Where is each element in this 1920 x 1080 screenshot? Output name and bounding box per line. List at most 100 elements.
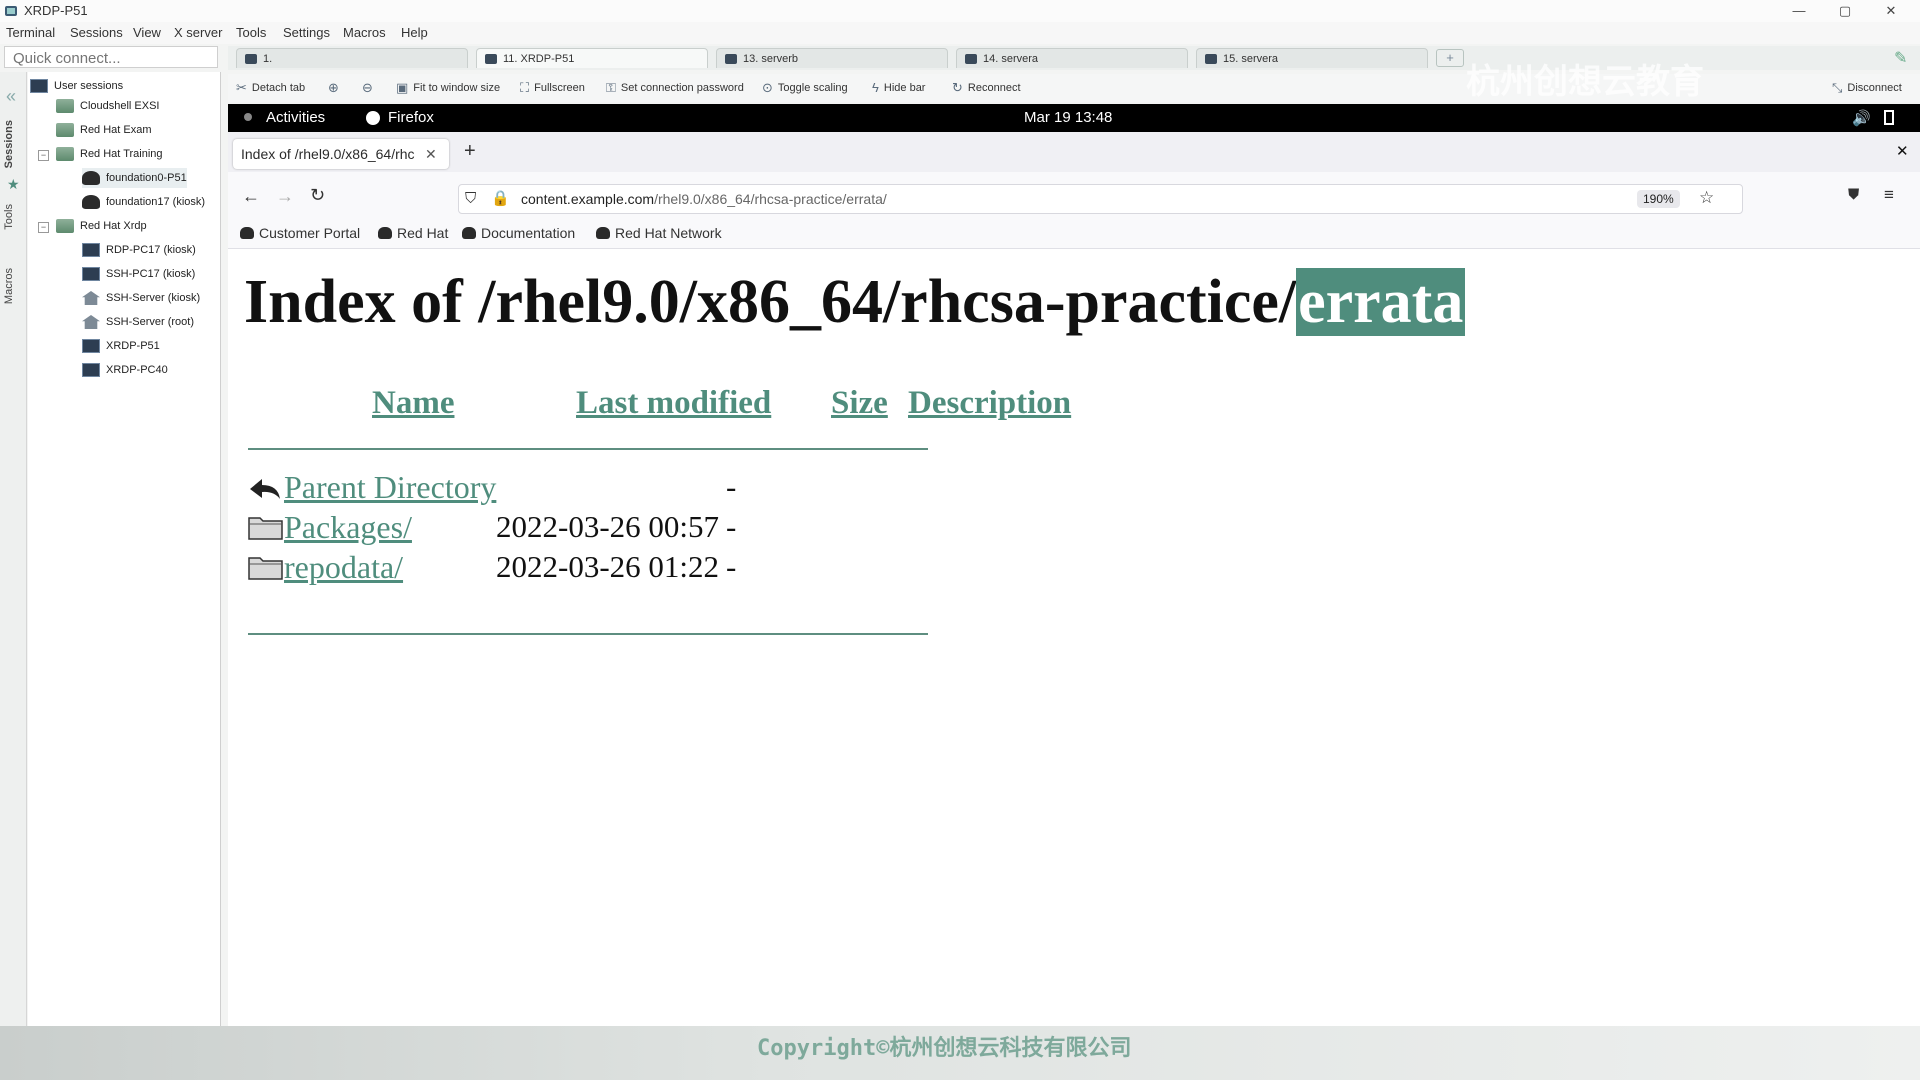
battery-icon[interactable] bbox=[1884, 110, 1894, 125]
column-header-size[interactable]: Size bbox=[831, 385, 888, 422]
session-tab-14[interactable]: 14. servera bbox=[956, 48, 1188, 68]
back-icon[interactable]: ← bbox=[242, 186, 260, 207]
tree-item[interactable]: foundation17 (kiosk) bbox=[82, 192, 205, 212]
clock[interactable]: Mar 19 13:48 bbox=[1024, 109, 1112, 126]
side-tab-sessions[interactable]: Sessions bbox=[3, 120, 15, 168]
fullscreen-button[interactable]: ⛶ Fullscreen bbox=[520, 80, 585, 96]
zoom-out-button[interactable]: ⊖ bbox=[362, 80, 378, 96]
hide-bar-button[interactable]: ϟ Hide bar bbox=[872, 80, 925, 95]
column-header-name[interactable]: Name bbox=[372, 385, 454, 422]
shield-icon[interactable]: ⛉ bbox=[465, 190, 476, 207]
tree-item[interactable]: XRDP-PC40 bbox=[82, 360, 168, 380]
menu-terminal[interactable]: Terminal bbox=[6, 25, 55, 40]
reload-icon[interactable]: ↻ bbox=[310, 185, 325, 206]
session-tab-13[interactable]: 13. serverb bbox=[716, 48, 948, 68]
menu-macros[interactable]: Macros bbox=[343, 25, 386, 40]
menu-icon[interactable]: ≡ bbox=[1884, 185, 1894, 205]
collapse-arrow-icon[interactable]: « bbox=[6, 86, 16, 107]
server-icon bbox=[82, 291, 100, 305]
fit-window-button[interactable]: ▣ Fit to window size bbox=[396, 80, 500, 96]
bookmark-documentation[interactable]: Documentation bbox=[462, 225, 575, 241]
session-tab-15[interactable]: 15. servera bbox=[1196, 48, 1428, 68]
key-icon: ⚿ bbox=[606, 80, 616, 95]
tree-item[interactable]: RDP-PC17 (kiosk) bbox=[82, 240, 196, 260]
firefox-navbar: ← → ↻ ⛉ 🔒 content.example.com/rhel9.0/x8… bbox=[228, 172, 1920, 224]
tree-item[interactable]: Red Hat Training bbox=[56, 144, 163, 164]
star-icon[interactable]: ★ bbox=[7, 176, 20, 193]
tree-item[interactable]: Red Hat Xrdp bbox=[56, 216, 147, 236]
tree-item[interactable]: Cloudshell EXSI bbox=[56, 96, 160, 116]
url-text[interactable]: content.example.com/rhel9.0/x86_64/rhcsa… bbox=[521, 191, 887, 207]
divider bbox=[248, 633, 928, 635]
back-arrow-icon bbox=[250, 479, 280, 499]
collapse-toggle-icon[interactable]: − bbox=[38, 222, 49, 233]
browser-tab[interactable]: Index of /rhel9.0/x86_64/rhc ✕ bbox=[233, 139, 449, 169]
disconnect-button[interactable]: ⤡ Disconnect bbox=[1832, 80, 1902, 96]
tree-item[interactable]: XRDP-P51 bbox=[82, 336, 160, 356]
maximize-button[interactable]: ▢ bbox=[1822, 0, 1868, 22]
repodata-link[interactable]: repodata/ bbox=[284, 549, 403, 586]
redhat-icon bbox=[1205, 53, 1217, 64]
side-tab-macros[interactable]: Macros bbox=[3, 268, 15, 304]
side-tab-strip: « Sessions ★ Tools Macros bbox=[0, 72, 27, 1032]
tree-item[interactable]: SSH-Server (root) bbox=[82, 312, 194, 332]
collapse-toggle-icon[interactable]: − bbox=[38, 150, 49, 161]
packages-link[interactable]: Packages/ bbox=[284, 509, 412, 546]
new-tab-button[interactable]: + bbox=[1436, 49, 1464, 67]
zoom-in-button[interactable]: ⊕ bbox=[328, 80, 344, 96]
url-bar[interactable]: ⛉ 🔒 content.example.com/rhel9.0/x86_64/r… bbox=[458, 184, 1743, 214]
tree-item[interactable]: SSH-PC17 (kiosk) bbox=[82, 264, 195, 284]
menu-tools[interactable]: Tools bbox=[236, 25, 266, 40]
row-size: - bbox=[726, 549, 737, 584]
volume-icon[interactable]: 🔊 bbox=[1852, 109, 1871, 127]
detach-tab-button[interactable]: ✂ Detach tab bbox=[236, 80, 305, 96]
new-tab-button[interactable]: + bbox=[464, 140, 476, 163]
menu-x-server[interactable]: X server bbox=[174, 25, 222, 40]
pocket-icon[interactable]: ⛊ bbox=[1848, 186, 1859, 203]
close-tab-icon[interactable]: ✕ bbox=[425, 146, 437, 163]
bookmark-customer-portal[interactable]: Customer Portal bbox=[240, 225, 360, 241]
close-window-icon[interactable]: ✕ bbox=[1896, 142, 1909, 160]
set-password-button[interactable]: ⚿ Set connection password bbox=[606, 80, 744, 96]
reconnect-icon: ↻ bbox=[952, 80, 963, 95]
menu-bar: Terminal Sessions View X server Tools Se… bbox=[0, 22, 1920, 44]
bookmark-red-hat-network[interactable]: Red Hat Network bbox=[596, 225, 722, 241]
activities-button[interactable]: Activities bbox=[266, 109, 325, 126]
column-header-description[interactable]: Description bbox=[908, 385, 1071, 422]
app-menu-firefox[interactable]: Firefox bbox=[388, 109, 434, 126]
parent-directory-link[interactable]: Parent Directory bbox=[284, 469, 496, 506]
column-header-last-modified[interactable]: Last modified bbox=[576, 385, 771, 422]
toggle-scaling-button[interactable]: ⊙ Toggle scaling bbox=[762, 80, 848, 96]
menu-help[interactable]: Help bbox=[401, 25, 428, 40]
folder-icon bbox=[248, 557, 283, 580]
fit-window-icon: ▣ bbox=[396, 80, 409, 95]
forward-icon[interactable]: → bbox=[276, 186, 294, 207]
lock-icon[interactable]: 🔒 bbox=[491, 189, 510, 207]
tree-item[interactable]: Red Hat Exam bbox=[56, 120, 152, 140]
session-tab-11[interactable]: 11. XRDP-P51 bbox=[476, 48, 708, 68]
bookmark-star-icon[interactable]: ☆ bbox=[1699, 188, 1714, 208]
close-window-button[interactable]: ✕ bbox=[1868, 0, 1914, 22]
side-tab-tools[interactable]: Tools bbox=[3, 204, 15, 230]
tree-item[interactable]: SSH-Server (kiosk) bbox=[82, 288, 200, 308]
menu-settings[interactable]: Settings bbox=[283, 25, 330, 40]
redhat-icon bbox=[725, 53, 737, 64]
row-modified: 2022-03-26 00:57 bbox=[496, 509, 720, 544]
tree-root[interactable]: User sessions bbox=[30, 76, 123, 96]
minimize-button[interactable]: — bbox=[1776, 0, 1822, 22]
zoom-badge[interactable]: 190% bbox=[1637, 190, 1680, 208]
app-logo-icon bbox=[5, 6, 17, 16]
page-title: Index of /rhel9.0/x86_64/rhcsa-practice/… bbox=[244, 267, 1466, 338]
session-tree: User sessions Cloudshell EXSI Red Hat Ex… bbox=[28, 72, 221, 1032]
tree-item-selected[interactable]: foundation0-P51 bbox=[82, 168, 187, 188]
folder-icon bbox=[56, 219, 74, 233]
paperclip-icon[interactable]: ✎ bbox=[1894, 48, 1907, 68]
menu-view[interactable]: View bbox=[133, 25, 161, 40]
remote-desktop-icon bbox=[82, 339, 100, 353]
session-tab-1[interactable]: 1. bbox=[236, 48, 468, 68]
quick-connect-input[interactable] bbox=[11, 48, 215, 68]
bookmark-red-hat[interactable]: Red Hat bbox=[378, 225, 448, 241]
reconnect-button[interactable]: ↻ Reconnect bbox=[952, 80, 1021, 96]
menu-sessions[interactable]: Sessions bbox=[70, 25, 123, 40]
gnome-top-bar: Activities Firefox Mar 19 13:48 🔊 bbox=[228, 104, 1920, 132]
